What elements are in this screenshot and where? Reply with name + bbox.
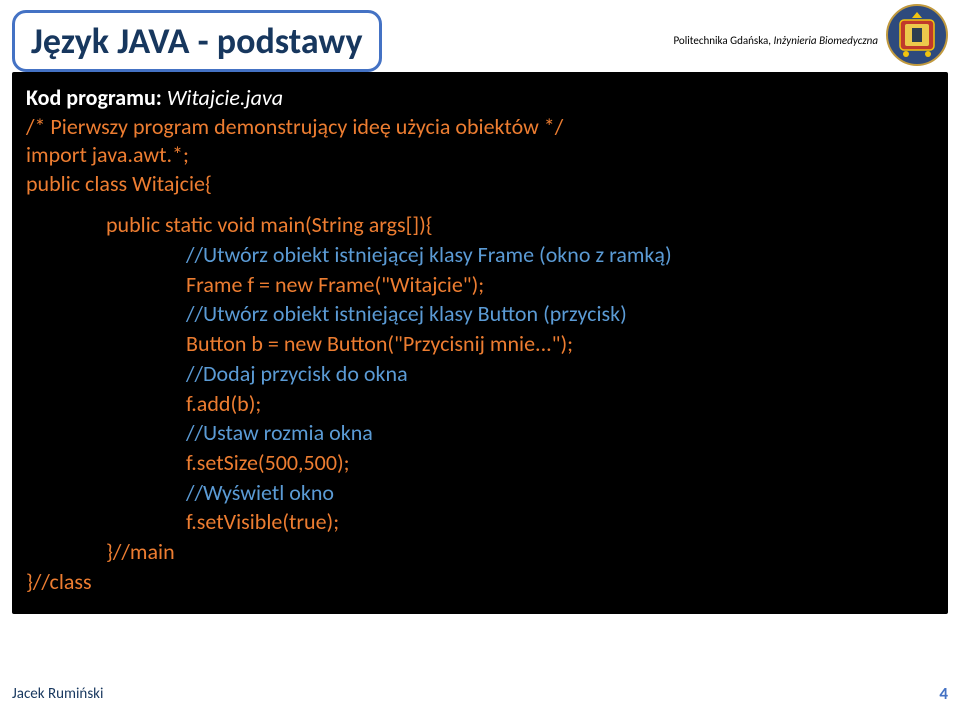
close-main: }//main <box>106 537 934 567</box>
method-declaration: public static void main(String args[]){ <box>106 210 934 240</box>
code-line-4: f.setSize(500,500); <box>186 448 934 478</box>
close-class: }//class <box>26 567 934 597</box>
header-program: Witajcie.java <box>167 84 283 111</box>
header-line-comment: /* Pierwszy program demonstrujący ideę u… <box>26 113 934 142</box>
code-line-5: f.setVisible(true); <box>186 507 934 537</box>
author-name: Jacek Rumiński <box>12 685 103 703</box>
header-label: Kod programu: <box>26 84 167 111</box>
page-number: 4 <box>939 683 948 704</box>
code-header: Kod programu: Witajcie.java /* Pierwszy … <box>26 84 934 198</box>
comment-1: //Utwórz obiekt istniejącej klasy Frame … <box>186 240 934 270</box>
code-line-1: Frame f = new Frame("Witajcie"); <box>186 270 934 300</box>
code-line-3: f.add(b); <box>186 389 934 419</box>
code-body: public static void main(String args[]){ … <box>26 210 934 596</box>
comment-5: //Wyświetl okno <box>186 478 934 508</box>
university-logo <box>886 4 948 66</box>
comment-2: //Utwórz obiekt istniejącej klasy Button… <box>186 299 934 329</box>
comment-3: //Dodaj przycisk do okna <box>186 359 934 389</box>
subtitle: Politechnika Gdańska, Inżynieria Biomedy… <box>673 34 878 47</box>
code-header-line1: Kod programu: Witajcie.java <box>26 84 934 113</box>
header-line-import: import java.awt.*; <box>26 141 934 170</box>
code-box: Kod programu: Witajcie.java /* Pierwszy … <box>12 72 948 614</box>
page-title: Język JAVA - podstawy <box>31 19 363 63</box>
subtitle-plain: Politechnika Gdańska, <box>673 34 773 47</box>
footer: Jacek Rumiński 4 <box>12 683 948 704</box>
subtitle-italic: Inżynieria Biomedyczna <box>774 34 878 47</box>
comment-4: //Ustaw rozmia okna <box>186 418 934 448</box>
title-container: Język JAVA - podstawy <box>12 10 382 72</box>
header-line-class: public class Witajcie{ <box>26 170 934 199</box>
code-line-2: Button b = new Button("Przycisnij mnie..… <box>186 329 934 359</box>
